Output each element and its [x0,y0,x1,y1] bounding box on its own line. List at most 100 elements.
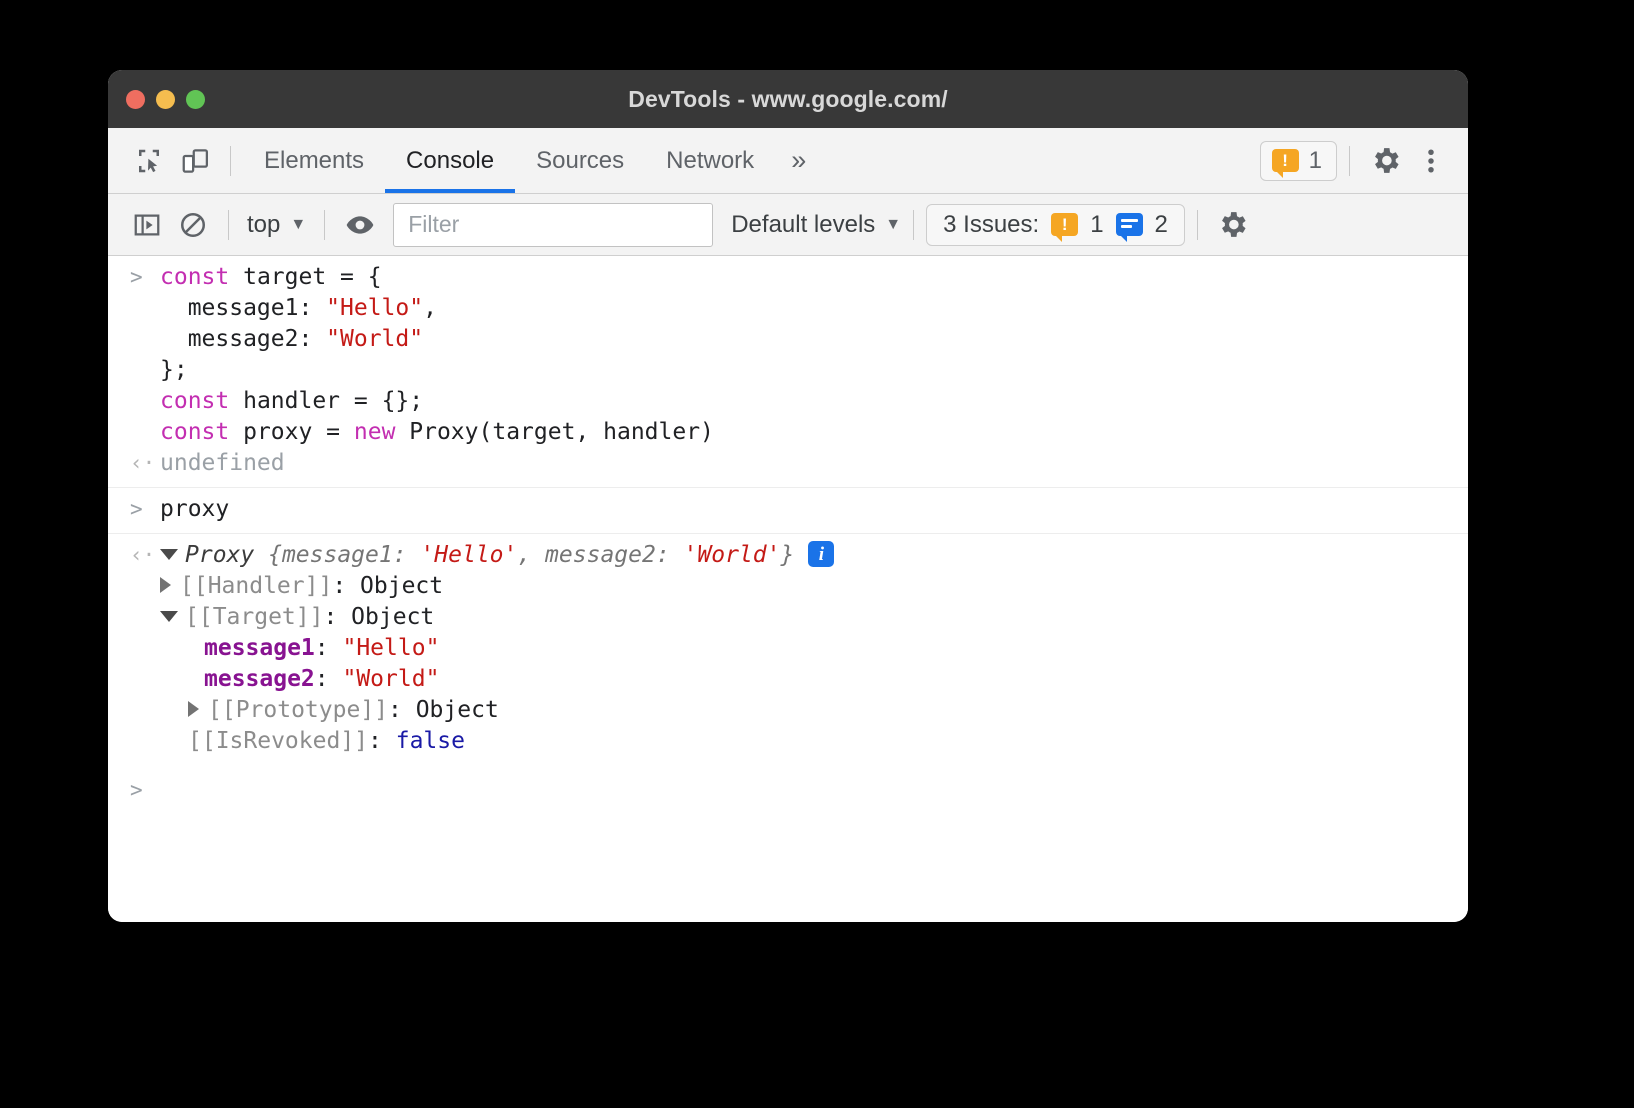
target-value: : Object [323,604,434,630]
more-tabs-chevron-icon[interactable]: » [775,128,822,193]
console-line-result: ‹· Proxy {message1: 'Hello', message2: '… [108,540,1468,571]
console-line: message2: "World" [108,324,1468,355]
preview-mid: , message2: [517,542,683,568]
proxy-title: Proxy [185,542,268,568]
message2-key: message2 [204,666,315,692]
warning-count-button[interactable]: ! 1 [1260,141,1337,181]
minimize-button[interactable] [156,90,175,109]
live-expression-eye-icon[interactable] [337,202,383,248]
console-entry-input-1: > const target = { message1: "Hello", me… [108,256,1468,488]
result-undefined: undefined [160,448,285,479]
code-line-6: const proxy = new Proxy(target, handler) [160,417,714,448]
code-line-1: const target = { [160,262,382,293]
tabbar-divider-2 [1349,146,1350,176]
issues-info-bubble-icon [1116,213,1143,236]
log-levels-select[interactable]: Default levels ▼ [731,211,901,239]
expand-triangle-open-icon[interactable] [160,611,178,622]
handler-row[interactable]: [[Handler]]: Object [160,571,443,602]
preview-open: {message1: [268,542,420,568]
console-tree-row-message2: message2: "World" [108,664,1468,695]
device-toolbar-icon[interactable] [172,138,218,184]
tab-elements[interactable]: Elements [243,128,385,193]
message2-row: message2: "World" [204,664,439,695]
toolbar-divider-2 [324,210,325,240]
string-hello: "Hello" [326,295,423,321]
output-prompt-icon: ‹· [130,448,160,479]
preview-string-hello: 'Hello' [420,542,517,568]
kebab-menu-icon[interactable] [1408,138,1454,184]
chevron-down-icon: ▼ [290,216,306,234]
tab-network[interactable]: Network [645,128,775,193]
tab-sources[interactable]: Sources [515,128,645,193]
close-button[interactable] [126,90,145,109]
prototype-row[interactable]: [[Prototype]]: Object [188,695,499,726]
code-line-2: message1: "Hello", [160,293,437,324]
console-prompt-row[interactable]: > [108,765,1468,806]
console-tree-row-target[interactable]: [[Target]]: Object [108,602,1468,633]
isrevoked-value: false [396,728,465,754]
proxy-preview: Proxy {message1: 'Hello', message2: 'Wor… [185,542,794,568]
issues-button[interactable]: 3 Issues: ! 1 2 [926,204,1185,246]
target-row[interactable]: [[Target]]: Object [160,602,434,633]
tabbar-divider [230,146,231,176]
code-text: handler = {}; [229,388,423,414]
devtools-tabbar: Elements Console Sources Network » ! 1 [108,128,1468,194]
console-line: message1: "Hello", [108,293,1468,324]
prototype-label: [[Prototype]] [208,697,388,723]
window-traffic-lights[interactable] [126,90,205,109]
console-toolbar: top ▼ Filter Default levels ▼ 3 Issues: … [108,194,1468,256]
panel-tabs: Elements Console Sources Network » [243,128,822,193]
message1-key: message1 [204,635,315,661]
maximize-button[interactable] [186,90,205,109]
code-text: , [423,295,437,321]
issues-label: 3 Issues: [943,211,1039,239]
toolbar-divider-4 [1197,210,1198,240]
message2-sep: : [315,666,343,692]
message2-value: "World" [342,666,439,692]
console-output[interactable]: > const target = { message1: "Hello", me… [108,256,1468,922]
handler-value: : Object [332,573,443,599]
issues-warning-count: 1 [1090,211,1103,239]
target-label: [[Target]] [185,604,323,630]
console-tree-row-prototype[interactable]: [[Prototype]]: Object [108,695,1468,726]
console-line: const proxy = new Proxy(target, handler) [108,417,1468,448]
screenshot-stage: DevTools - www.google.com/ Elements Cons… [0,0,1634,1108]
execution-context-label: top [247,211,280,239]
preview-close: } [780,542,794,568]
isrevoked-row: [[IsRevoked]]: false [188,726,465,757]
console-line: const handler = {}; [108,386,1468,417]
console-tree-row-handler[interactable]: [[Handler]]: Object [108,571,1468,602]
code-text: message2: [160,326,326,352]
message1-sep: : [315,635,343,661]
isrevoked-sep: : [368,728,396,754]
code-text: proxy = [229,419,354,445]
warning-count-label: 1 [1309,147,1322,175]
warning-bubble-icon: ! [1272,149,1299,172]
keyword-const: const [160,388,229,414]
prototype-value: : Object [388,697,499,723]
console-settings-gear-icon[interactable] [1210,202,1256,248]
clear-console-icon[interactable] [170,202,216,248]
code-proxy-expression: proxy [160,494,229,525]
preview-string-world: 'World' [684,542,781,568]
tab-console[interactable]: Console [385,128,515,193]
execution-context-select[interactable]: top ▼ [241,211,312,239]
proxy-preview-row[interactable]: Proxy {message1: 'Hello', message2: 'Wor… [160,540,834,571]
expand-triangle-icon[interactable] [160,577,171,593]
expand-triangle-open-icon[interactable] [160,549,178,560]
keyword-const: const [160,264,229,290]
issues-info-count: 2 [1155,211,1168,239]
input-prompt-icon: > [130,494,160,525]
code-line-3: message2: "World" [160,324,423,355]
message1-row: message1: "Hello" [204,633,439,664]
inspect-element-icon[interactable] [126,138,172,184]
console-sidebar-icon[interactable] [124,202,170,248]
gear-icon[interactable] [1362,138,1408,184]
code-text: Proxy(target, handler) [395,419,714,445]
isrevoked-label: [[IsRevoked]] [188,728,368,754]
string-world: "World" [326,326,423,352]
toolbar-divider-3 [913,210,914,240]
filter-input[interactable]: Filter [393,203,713,247]
info-badge-icon[interactable]: i [808,541,834,567]
expand-triangle-icon[interactable] [188,701,199,717]
